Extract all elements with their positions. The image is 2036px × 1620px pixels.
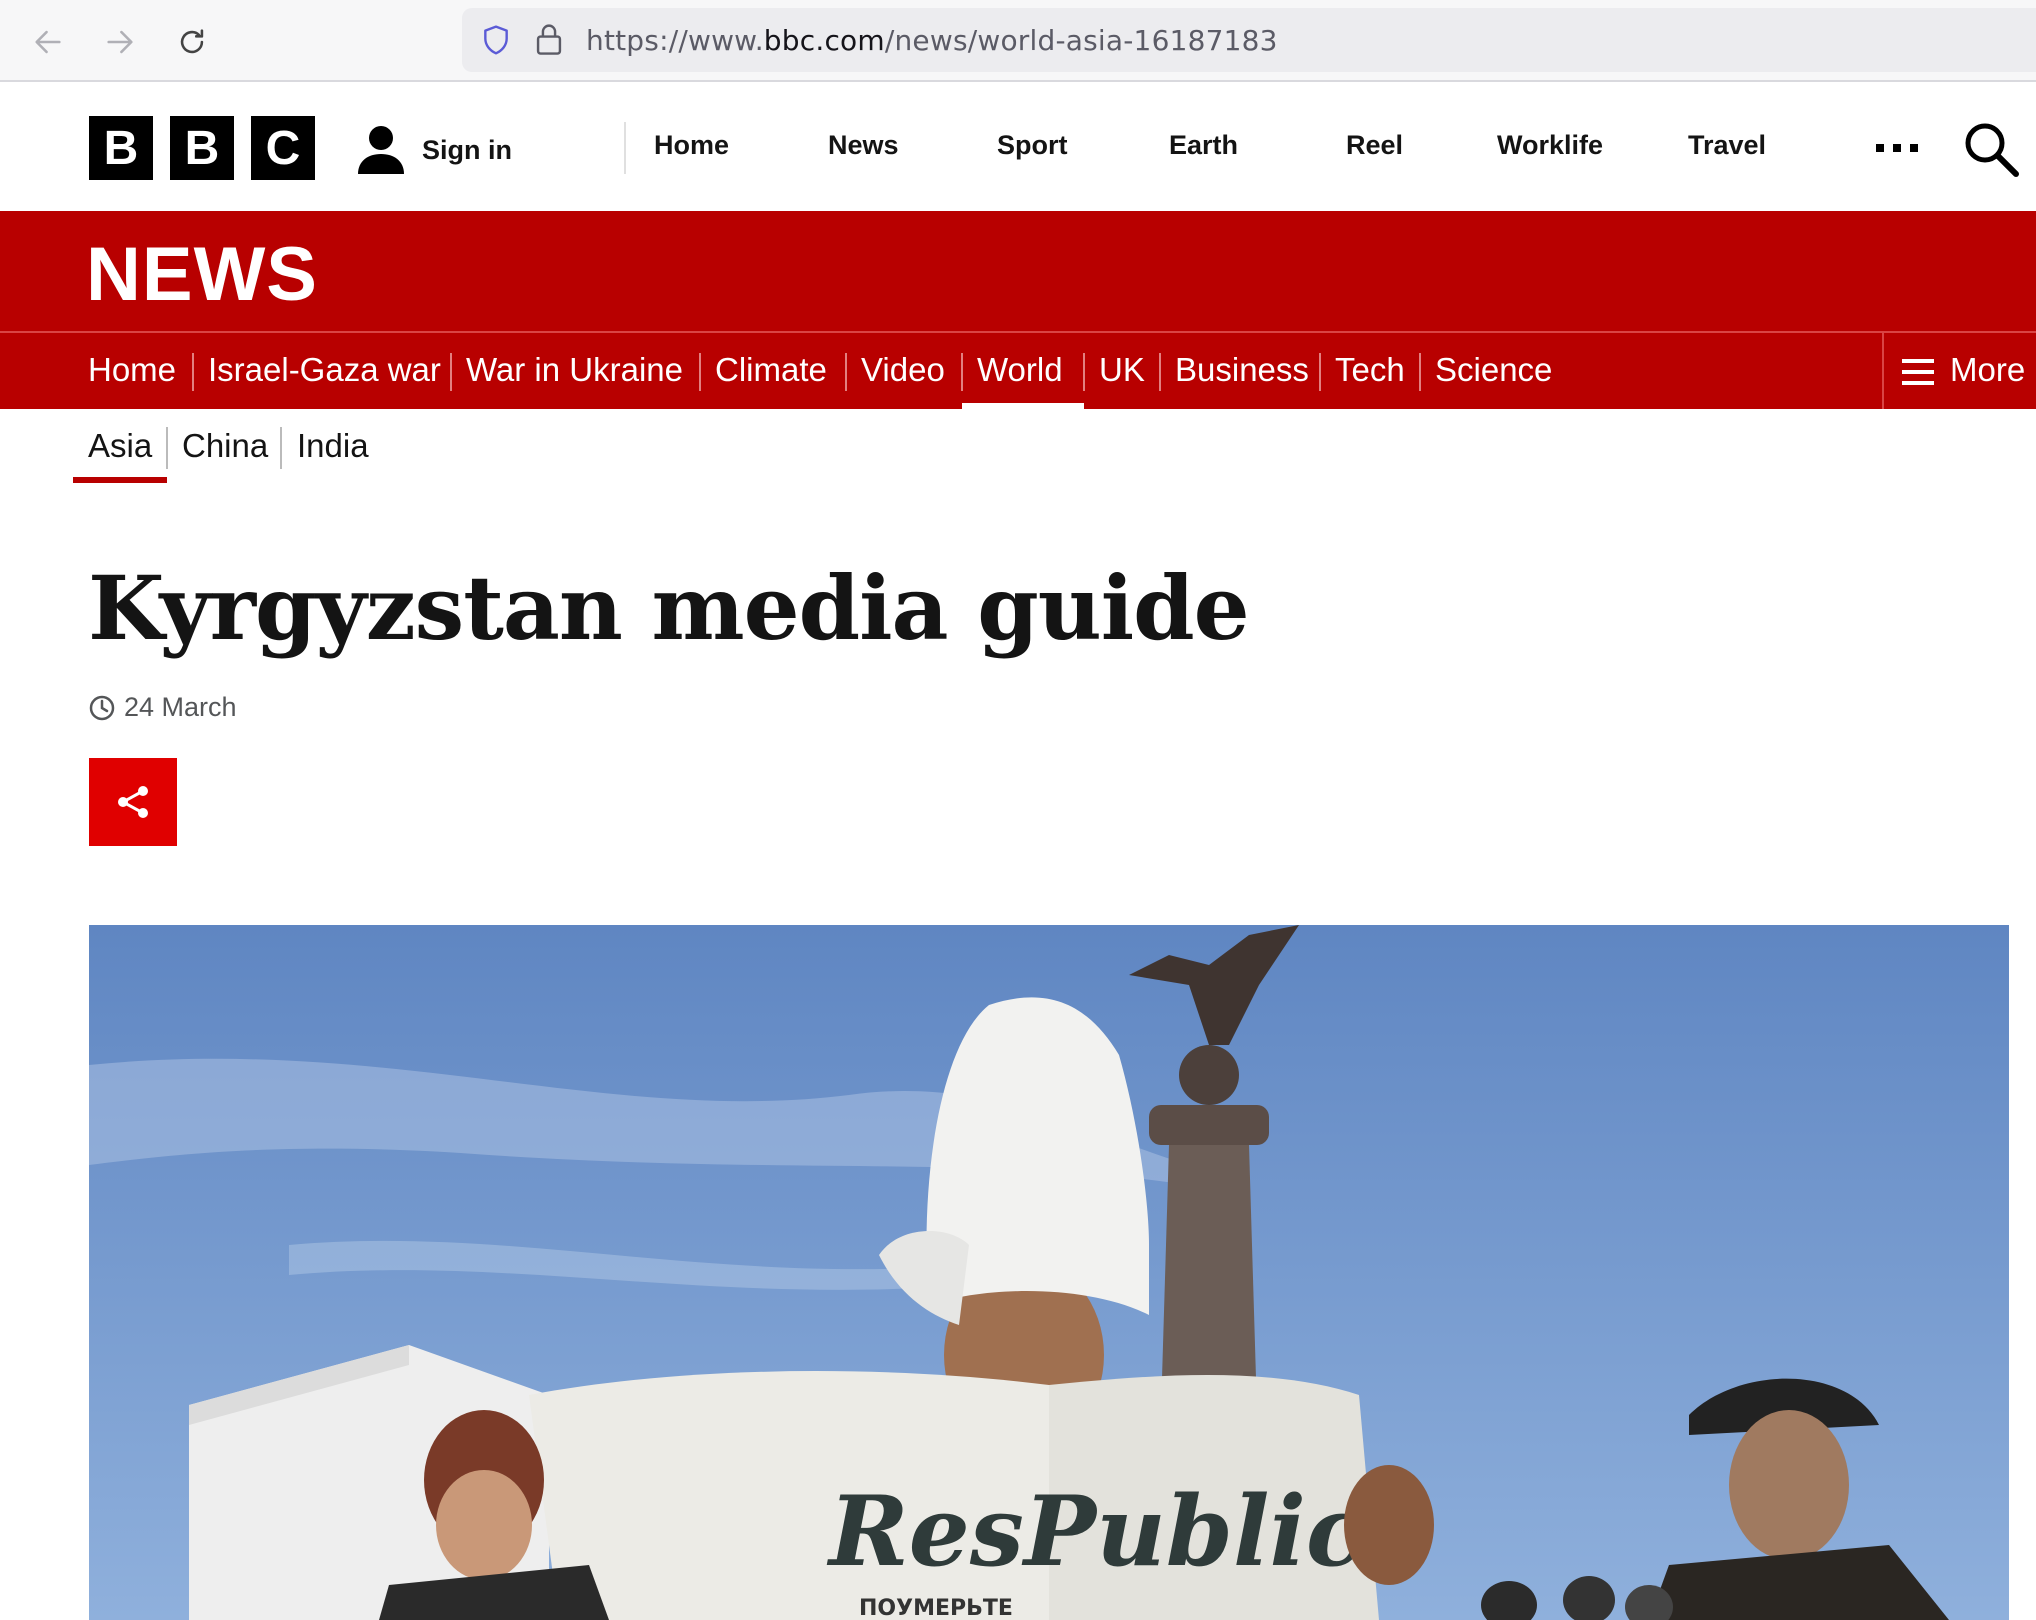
article-timestamp: 24 March <box>88 692 237 723</box>
nav-separator <box>1159 353 1161 391</box>
timestamp-text: 24 March <box>124 692 237 722</box>
section-nav-home[interactable]: Home <box>88 351 176 389</box>
nav-separator <box>1319 353 1321 391</box>
section-nav-business[interactable]: Business <box>1175 351 1309 389</box>
sub-nav-separator <box>280 427 282 469</box>
section-nav-video[interactable]: Video <box>861 351 945 389</box>
arrow-left-icon <box>35 30 61 54</box>
url-path: /news/world-asia-16187183 <box>884 24 1278 57</box>
bbc-logo[interactable]: B B C <box>89 116 315 180</box>
lock-icon[interactable] <box>534 22 564 56</box>
top-nav-travel[interactable]: Travel <box>1688 130 1766 161</box>
reload-button[interactable] <box>170 20 214 64</box>
top-nav-sport[interactable]: Sport <box>997 130 1068 161</box>
top-nav-reel[interactable]: Reel <box>1346 130 1403 161</box>
address-bar[interactable]: https://www.bbc.com/news/world-asia-1618… <box>462 8 2036 72</box>
arrow-right-icon <box>107 30 133 54</box>
browser-toolbar: https://www.bbc.com/news/world-asia-1618… <box>0 0 2036 82</box>
section-nav-world[interactable]: World <box>977 351 1063 389</box>
sub-nav-india[interactable]: India <box>297 427 369 465</box>
sub-nav-separator <box>166 427 168 469</box>
section-nav-uk[interactable]: UK <box>1099 351 1145 389</box>
newspaper-footer: ПОУМЕРЬТЕ <box>859 1596 1013 1620</box>
url-host: bbc.com <box>763 24 885 57</box>
sign-in-link[interactable]: Sign in <box>356 122 512 178</box>
nav-separator <box>1083 353 1085 391</box>
bbc-masthead: B B C Sign in Home News Sport Earth Reel… <box>0 82 2036 211</box>
hamburger-icon <box>1902 359 1934 385</box>
news-title[interactable]: NEWS <box>86 231 318 318</box>
logo-letter: B <box>170 116 234 180</box>
clock-icon <box>89 695 115 720</box>
url-prefix: https://www. <box>586 24 764 57</box>
nav-separator <box>699 353 701 391</box>
forward-button[interactable] <box>98 20 142 64</box>
back-button[interactable] <box>26 20 70 64</box>
top-nav-worklife[interactable]: Worklife <box>1497 130 1603 161</box>
logo-letter: B <box>89 116 153 180</box>
section-nav-science[interactable]: Science <box>1435 351 1552 389</box>
nav-separator <box>961 353 963 391</box>
hero-photo: ResPublica ПОУМЕРЬТЕ <box>89 925 2009 1620</box>
newspaper-masthead: ResPublica <box>826 1475 1427 1588</box>
hero-image: ResPublica ПОУМЕРЬТЕ <box>89 925 2009 1620</box>
shield-icon[interactable] <box>480 24 512 56</box>
sub-nav-asia[interactable]: Asia <box>88 427 152 465</box>
more-dots-icon[interactable] <box>1874 134 1920 162</box>
user-icon <box>358 126 404 174</box>
more-menu-button[interactable]: More <box>1882 333 2036 409</box>
logo-letter: C <box>251 116 315 180</box>
article-headline: Kyrgyzstan media guide <box>88 556 1250 660</box>
reload-icon <box>180 29 204 54</box>
top-nav-home[interactable]: Home <box>654 130 729 161</box>
more-label: More <box>1950 351 2026 388</box>
top-nav-news[interactable]: News <box>828 130 899 161</box>
url-text[interactable]: https://www.bbc.com/news/world-asia-1618… <box>586 24 1278 57</box>
share-button[interactable] <box>89 758 177 846</box>
section-nav-war-in-ukraine[interactable]: War in Ukraine <box>466 351 683 389</box>
search-icon[interactable] <box>1962 120 2020 178</box>
nav-separator <box>450 353 452 391</box>
section-nav-climate[interactable]: Climate <box>715 351 827 389</box>
section-nav: Home Israel-Gaza war War in Ukraine Clim… <box>0 331 2036 409</box>
share-icon <box>118 786 148 818</box>
news-banner: NEWS <box>0 211 2036 331</box>
nav-divider <box>624 122 626 174</box>
nav-separator <box>192 353 194 391</box>
top-nav-earth[interactable]: Earth <box>1169 130 1238 161</box>
active-sub-nav-indicator <box>73 477 167 483</box>
sub-nav: Asia China India <box>0 409 2036 489</box>
nav-separator <box>845 353 847 391</box>
sub-nav-china[interactable]: China <box>182 427 268 465</box>
nav-separator <box>1419 353 1421 391</box>
sign-in-label: Sign in <box>422 134 512 165</box>
section-nav-tech[interactable]: Tech <box>1335 351 1405 389</box>
section-nav-israel-gaza-war[interactable]: Israel-Gaza war <box>208 351 441 389</box>
